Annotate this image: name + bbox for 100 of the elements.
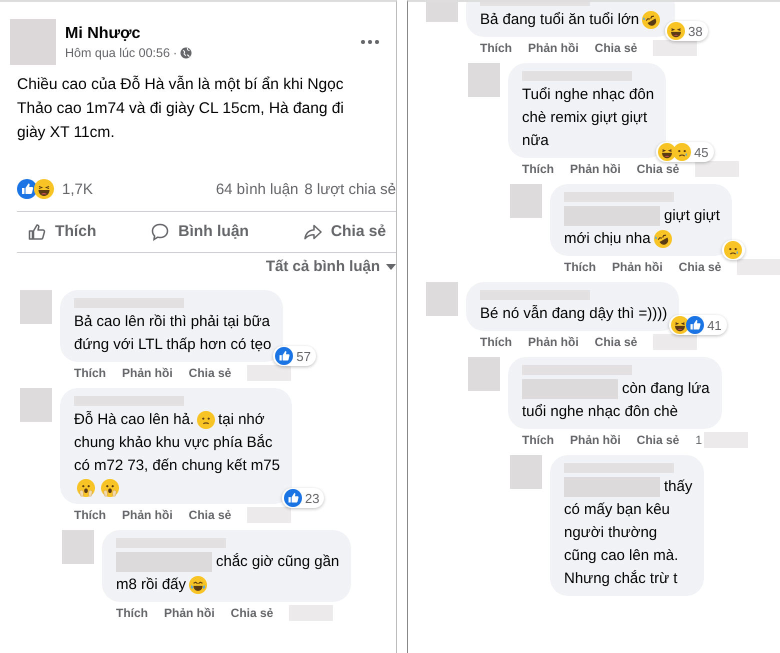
laughing-emoji-icon bbox=[34, 179, 54, 199]
comment-text: tuổi nghe nhạc đôn chè bbox=[522, 402, 678, 422]
comment-action-link[interactable]: Phản hồi bbox=[528, 335, 579, 349]
comment-text: chung khảo khu vực phía Bắc bbox=[74, 433, 273, 453]
comment-action-link[interactable]: Phản hồi bbox=[570, 162, 621, 176]
comment-text: Nhưng chắc trừ t bbox=[564, 569, 678, 589]
comment-action-link[interactable]: Chia sẻ bbox=[188, 366, 232, 380]
comment-action-link[interactable]: Chia sẻ bbox=[230, 606, 274, 620]
gasping-emoji-icon bbox=[77, 478, 95, 496]
reaction-badge[interactable]: 38 bbox=[665, 21, 708, 41]
comment-filter-dropdown[interactable]: Tất cả bình luận bbox=[266, 253, 396, 280]
comment-text: Bả đang tuổi ăn tuổi lớn bbox=[480, 10, 640, 30]
comment-text: thấy bbox=[664, 477, 692, 497]
comment-action-link[interactable]: Thích bbox=[480, 41, 512, 55]
separator: · bbox=[172, 46, 178, 60]
avatar-placeholder bbox=[62, 530, 94, 564]
frowning-emoji-icon bbox=[197, 410, 216, 428]
reaction-badge[interactable]: 45 bbox=[656, 142, 714, 162]
comment-action-link[interactable]: Thích bbox=[74, 508, 106, 522]
like-reaction-icon bbox=[275, 347, 294, 365]
reaction-count[interactable]: 1,7K bbox=[62, 180, 216, 198]
comment-text: có mấy bạn kêu bbox=[564, 500, 670, 520]
reaction-count: 57 bbox=[296, 348, 312, 364]
caret-icon bbox=[386, 264, 396, 270]
reaction-count: 38 bbox=[688, 24, 704, 38]
reaction-badge[interactable]: 57 bbox=[273, 346, 316, 366]
laughing-tears-emoji-icon bbox=[189, 576, 208, 594]
comment-action-link[interactable]: Phản hồi bbox=[612, 260, 663, 274]
comment-action-link[interactable]: Phản hồi bbox=[570, 433, 621, 447]
comment-text: Bé nó vẫn đang dậy thì =)))) bbox=[480, 304, 668, 324]
gasping-emoji-icon bbox=[101, 478, 119, 496]
post-text: Chiều cao của Đỗ Hà vẫn là một bí ẩn khi Ngọc Thảo cao 1m74 và đi giày CL 15cm, Hà đang đi giày XT 11cm. bbox=[17, 74, 345, 143]
comment-text: Tuổi nghe nhạc đôn bbox=[522, 85, 654, 105]
comment-action-link[interactable]: Thích bbox=[480, 335, 512, 349]
rolling-laughing-emoji-icon bbox=[654, 230, 672, 248]
comment-text: cũng cao lên mà. bbox=[564, 546, 678, 566]
rolling-laughing-emoji-icon bbox=[642, 10, 660, 28]
share-count[interactable]: 8 lượt chia sẻ bbox=[304, 180, 396, 198]
comment-text: có m72 73, đến chung kết m75 bbox=[74, 456, 280, 476]
like-reaction-icon bbox=[686, 316, 704, 334]
comment-action-link[interactable]: Chia sẻ bbox=[636, 162, 680, 176]
comment-text: m8 rồi đấy bbox=[116, 575, 186, 595]
avatar-placeholder bbox=[20, 388, 52, 422]
comment-text: mới chịu nha bbox=[564, 229, 651, 249]
comment-action-link[interactable]: Thích bbox=[116, 606, 148, 620]
avatar-placeholder bbox=[510, 455, 542, 489]
author-name[interactable]: Mi Nhược bbox=[65, 24, 360, 42]
reaction-count: 41 bbox=[707, 318, 723, 332]
comment-action-link[interactable]: Chia sẻ bbox=[594, 41, 638, 55]
comment-time[interactable]: 1 bbox=[695, 433, 702, 447]
comment-text: Bả cao lên rồi thì phải tại bữa bbox=[74, 312, 270, 332]
comment-text: giựt giựt bbox=[664, 206, 720, 226]
comment-action-link[interactable]: Chia sẻ bbox=[188, 508, 232, 522]
comment-action-link[interactable]: Chia sẻ bbox=[678, 260, 722, 274]
comment-text: nữa bbox=[522, 131, 549, 151]
crying-emoji-icon bbox=[673, 143, 692, 161]
comment-text: tại nhớ bbox=[218, 410, 265, 430]
more-icon[interactable] bbox=[360, 39, 380, 45]
redacted-time bbox=[247, 365, 292, 381]
globe-icon bbox=[180, 46, 192, 58]
redacted-time bbox=[737, 259, 780, 275]
redacted-time bbox=[653, 40, 698, 56]
comment-action-link[interactable]: Phản hồi bbox=[528, 41, 579, 55]
laughing-emoji-icon bbox=[667, 22, 686, 40]
comment-text: chắc giờ cũng gần bbox=[216, 552, 340, 572]
share-button[interactable]: Chia sẻ bbox=[292, 217, 396, 247]
comment-button[interactable]: Bình luận bbox=[140, 217, 259, 247]
comment-text: chè remix giựt giựt bbox=[522, 108, 648, 128]
comment-text: người thường bbox=[564, 523, 658, 543]
comment-action-link[interactable]: Thích bbox=[522, 433, 554, 447]
like-button[interactable]: Thích bbox=[17, 217, 106, 247]
comment-count[interactable]: 64 bình luận bbox=[216, 180, 298, 198]
post-time[interactable]: Hôm qua lúc 00:56 bbox=[65, 46, 170, 60]
comment-action-link[interactable]: Chia sẻ bbox=[636, 433, 680, 447]
reaction-badge[interactable]: 41 bbox=[669, 315, 727, 335]
comment-text: Đỗ Hà cao lên hả. bbox=[74, 410, 194, 430]
redacted-time bbox=[653, 334, 698, 350]
comment-action-link[interactable]: Thích bbox=[74, 366, 106, 380]
avatar-placeholder bbox=[20, 290, 52, 324]
reaction-badge[interactable]: 23 bbox=[282, 488, 324, 508]
comment-action-link[interactable]: Phản hồi bbox=[164, 606, 215, 620]
redacted-time bbox=[695, 161, 740, 177]
comment-action-link[interactable]: Phản hồi bbox=[122, 366, 173, 380]
comment-action-link[interactable]: Phản hồi bbox=[122, 508, 173, 522]
avatar-placeholder bbox=[10, 19, 56, 65]
avatar-placeholder bbox=[510, 184, 542, 218]
avatar-placeholder bbox=[468, 63, 500, 97]
share-arrow-icon bbox=[302, 222, 323, 242]
comment-text: còn đang lứa bbox=[622, 379, 710, 399]
comment-action-link[interactable]: Thích bbox=[522, 162, 554, 176]
avatar-placeholder bbox=[426, 282, 458, 316]
comment-action-link[interactable]: Chia sẻ bbox=[594, 335, 638, 349]
comment-action-link[interactable]: Thích bbox=[564, 260, 596, 274]
avatar-placeholder bbox=[468, 357, 500, 391]
crying-emoji-icon bbox=[724, 241, 742, 259]
reaction-badge[interactable] bbox=[722, 240, 745, 260]
like-reaction-icon bbox=[17, 179, 37, 199]
redacted-time bbox=[247, 507, 292, 523]
comment-text: đứng với LTL thấp hơn có tẹo bbox=[74, 335, 272, 355]
like-reaction-icon bbox=[284, 489, 302, 507]
